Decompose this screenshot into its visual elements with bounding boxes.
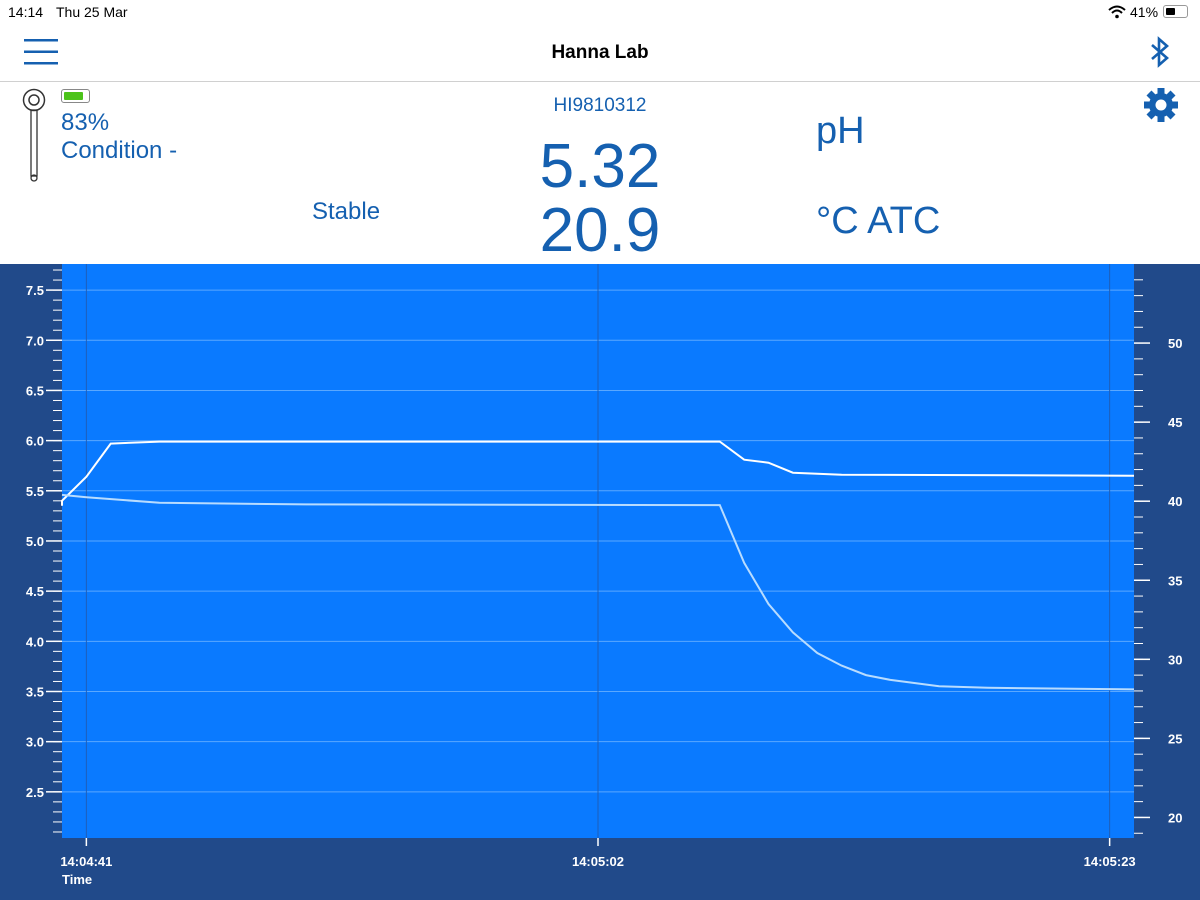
left-tick-label: 3.5 [26,684,44,699]
left-tick-label: 7.0 [26,333,44,348]
stability-status: Stable [312,198,381,225]
battery-percent: 41% [1130,4,1159,20]
probe-icon [22,88,46,182]
app-title: Hanna Lab [551,42,649,63]
ph-unit: pH [816,110,865,152]
x-tick-label: 14:05:23 [1084,854,1136,869]
left-tick-label: 5.5 [26,484,44,499]
right-tick-label: 35 [1168,573,1182,588]
left-tick-label: 7.5 [26,283,44,298]
x-axis-label: Time [62,872,92,887]
probe-battery-percent: 83% [61,109,110,136]
probe-condition: Condition - [61,137,178,164]
ph-value: 5.32 [539,132,661,201]
wifi-icon [1108,5,1126,19]
left-tick-label: 4.5 [26,584,44,599]
right-tick-label: 45 [1168,415,1182,430]
battery-icon [1163,5,1188,18]
gear-icon[interactable] [1143,87,1179,123]
x-tick-label: 14:04:41 [60,854,112,869]
probe-id: HI9810312 [553,95,647,116]
status-bar: 14:14 Thu 25 Mar 41% [0,0,1200,24]
left-tick-label: 6.0 [26,434,44,449]
navbar: Hanna Lab [0,24,1200,82]
right-tick-label: 40 [1168,494,1182,509]
right-tick-label: 50 [1168,336,1182,351]
left-tick-label: 5.0 [26,534,44,549]
right-tick-label: 25 [1168,731,1182,746]
right-tick-label: 30 [1168,652,1182,667]
chart[interactable]: 2.5 3.0 3.5 4.0 4.5 5.0 5.5 6.0 6.5 7.0 7.5 20 25 30 3… [0,264,1200,900]
right-tick-label: 20 [1168,810,1182,825]
status-date: Thu 25 Mar [56,4,128,20]
left-tick-label: 3.0 [26,735,44,750]
status-time: 14:14 [8,4,44,20]
temperature-unit: °C ATC [816,200,941,242]
temperature-value: 20.9 [539,196,661,265]
left-tick-label: 6.5 [26,383,44,398]
probe-battery-icon [61,89,90,103]
bluetooth-icon[interactable] [1150,36,1170,68]
left-tick-label: 2.5 [26,785,44,800]
x-tick-label: 14:05:02 [572,854,624,869]
left-tick-label: 4.0 [26,634,44,649]
